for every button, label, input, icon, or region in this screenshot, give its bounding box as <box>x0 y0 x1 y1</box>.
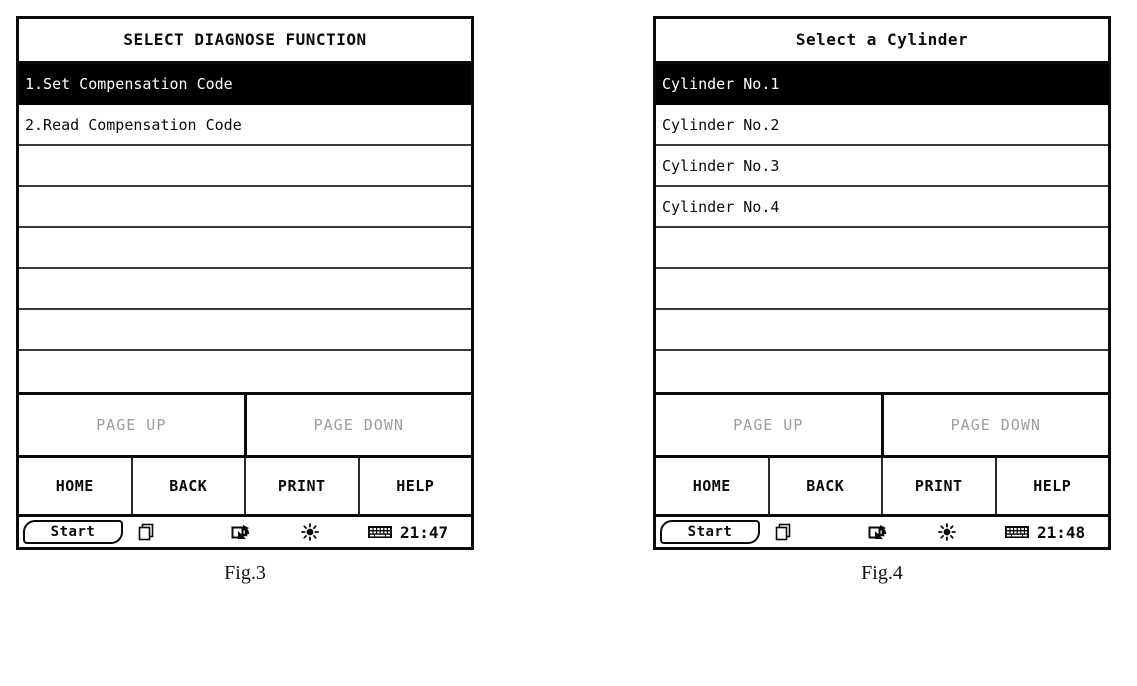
keyboard-icon[interactable] <box>367 520 393 544</box>
start-button[interactable]: Start <box>660 520 760 544</box>
help-button[interactable]: HELP <box>994 458 1108 514</box>
figure-caption: Fig.3 <box>224 562 266 584</box>
function-key-row: HOME BACK PRINT HELP <box>19 458 471 517</box>
windows-icon[interactable] <box>137 520 157 544</box>
list-item[interactable] <box>19 187 471 228</box>
list-item[interactable]: 1.Set Compensation Code <box>19 64 471 105</box>
rotate-screen-icon[interactable] <box>231 520 253 544</box>
back-button[interactable]: BACK <box>767 458 881 514</box>
list-item[interactable] <box>19 146 471 187</box>
taskbar: Start <box>19 517 471 547</box>
list-item[interactable] <box>656 351 1108 392</box>
paging-row: PAGE UP PAGE DOWN <box>19 395 471 458</box>
brightness-icon[interactable] <box>299 520 321 544</box>
windows-icon[interactable] <box>774 520 794 544</box>
taskbar: Start <box>656 517 1108 547</box>
list-item[interactable] <box>656 310 1108 351</box>
paging-row: PAGE UP PAGE DOWN <box>656 395 1108 458</box>
page-down-button[interactable]: PAGE DOWN <box>880 395 1108 455</box>
clock: 21:47 <box>400 522 449 542</box>
scan-tool-screen-fig3: SELECT DIAGNOSE FUNCTION 1.Set Compensat… <box>16 16 474 550</box>
list-item[interactable]: Cylinder No.1 <box>656 64 1108 105</box>
page-up-button[interactable]: PAGE UP <box>656 395 881 455</box>
print-button[interactable]: PRINT <box>881 458 995 514</box>
help-button[interactable]: HELP <box>357 458 471 514</box>
start-button[interactable]: Start <box>23 520 123 544</box>
clock: 21:48 <box>1037 522 1086 542</box>
rotate-screen-icon[interactable] <box>868 520 890 544</box>
list-item[interactable]: Cylinder No.4 <box>656 187 1108 228</box>
print-button[interactable]: PRINT <box>244 458 358 514</box>
scan-tool-screen-fig4: Select a Cylinder Cylinder No.1 Cylinder… <box>653 16 1111 550</box>
screen-title: SELECT DIAGNOSE FUNCTION <box>19 19 471 64</box>
menu-list: 1.Set Compensation Code 2.Read Compensat… <box>19 64 471 395</box>
keyboard-icon[interactable] <box>1004 520 1030 544</box>
list-item[interactable] <box>19 269 471 310</box>
figure-fig4: Select a Cylinder Cylinder No.1 Cylinder… <box>653 0 1111 585</box>
list-item[interactable] <box>19 351 471 392</box>
figure-caption: Fig.4 <box>861 562 903 584</box>
home-button[interactable]: HOME <box>656 458 768 514</box>
page-down-button[interactable]: PAGE DOWN <box>243 395 471 455</box>
page-up-button[interactable]: PAGE UP <box>19 395 244 455</box>
function-key-row: HOME BACK PRINT HELP <box>656 458 1108 517</box>
brightness-icon[interactable] <box>936 520 958 544</box>
list-item[interactable] <box>19 228 471 269</box>
list-item[interactable] <box>656 228 1108 269</box>
list-item[interactable]: Cylinder No.3 <box>656 146 1108 187</box>
home-button[interactable]: HOME <box>19 458 131 514</box>
list-item[interactable] <box>656 269 1108 310</box>
figure-fig3: SELECT DIAGNOSE FUNCTION 1.Set Compensat… <box>16 0 474 585</box>
screen-title: Select a Cylinder <box>656 19 1108 64</box>
back-button[interactable]: BACK <box>130 458 244 514</box>
list-item[interactable]: 2.Read Compensation Code <box>19 105 471 146</box>
menu-list: Cylinder No.1 Cylinder No.2 Cylinder No.… <box>656 64 1108 395</box>
list-item[interactable]: Cylinder No.2 <box>656 105 1108 146</box>
list-item[interactable] <box>19 310 471 351</box>
